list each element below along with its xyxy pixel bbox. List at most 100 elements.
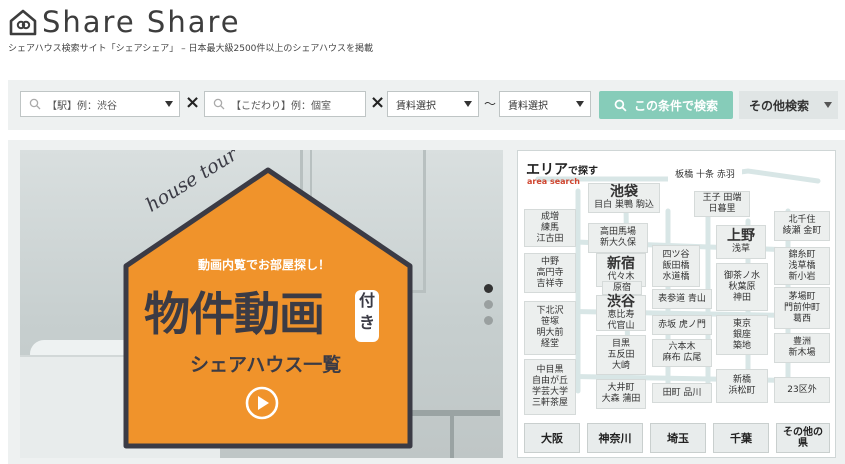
area-tile[interactable]: 成増 練馬 江古田 <box>524 209 576 247</box>
area-tile-label: 自由が丘 <box>531 376 568 386</box>
area-tile-label: 水道橋 <box>662 271 690 282</box>
area-tile-label: 銀座 <box>732 329 751 340</box>
area-title: エリアで探す <box>526 159 598 179</box>
search-button-label: この条件で検索 <box>633 98 718 113</box>
area-tile-label: 東京 <box>732 318 751 329</box>
rent-max-label: 賃料選択 <box>508 100 548 112</box>
chevron-down-icon <box>576 101 584 107</box>
area-tile-label: 明大前 <box>536 328 564 338</box>
area-tile-main-label: 新宿 <box>607 256 635 272</box>
chevron-down-icon <box>464 101 472 107</box>
area-tile-label: 中野 <box>540 256 559 267</box>
area-tile[interactable]: 北千住 綾瀬 金町 <box>774 211 830 241</box>
area-tile[interactable]: 原宿 <box>602 281 642 295</box>
rent-min-select[interactable]: 賃料選択 <box>387 91 479 117</box>
search-icon <box>614 99 627 112</box>
area-tile-label: 新橋 <box>732 375 751 385</box>
area-subtitle: area search <box>527 177 580 186</box>
area-tile-label: 浅草橋 <box>788 260 816 271</box>
area-tile-label: 新木場 <box>788 348 816 358</box>
area-tile[interactable]: 東京 銀座 築地 <box>716 315 768 355</box>
area-tile-label: 赤坂 虎ノ門 <box>658 319 706 330</box>
area-tile-label: 五反田 <box>607 349 635 360</box>
area-tile-itabashi[interactable]: 板橋 十条 赤羽 <box>668 167 742 183</box>
times-icon: × <box>370 92 386 113</box>
area-tile-label: 田町 品川 <box>662 387 702 398</box>
area-tile-label: 経堂 <box>540 339 559 349</box>
area-tile[interactable]: 目黒 五反田 大崎 <box>596 335 646 375</box>
house-tour-banner[interactable]: house tour 動画内覧でお部屋探し！ 物件動画 付き シェアハウス一覧 <box>20 150 503 458</box>
area-tile[interactable]: 王子 田端 日暮里 <box>694 191 750 217</box>
area-tile-main-label: 上野 <box>727 228 755 244</box>
search-button[interactable]: この条件で検索 <box>599 91 733 119</box>
banner-caption: シェアハウス一覧 <box>190 354 342 376</box>
area-tile[interactable]: 高田馬場 新大久保 <box>588 223 648 253</box>
station-placeholder: 【駅】例：渋谷 <box>47 100 117 112</box>
area-tile-label: 茅場町 <box>788 291 816 302</box>
area-tile-label: 六本木 <box>668 342 696 352</box>
area-tile-label: 三軒茶屋 <box>531 398 568 408</box>
pref-saitama[interactable]: 埼玉 <box>650 423 706 453</box>
area-tile[interactable]: 中目黒 自由が丘 学芸大学 三軒茶屋 <box>524 359 576 415</box>
other-search-label: その他検索 <box>749 98 810 113</box>
banner-title-suffix: 付き <box>355 290 379 342</box>
banner-main-title: 物件動画 <box>144 287 325 341</box>
carousel-dot-active[interactable] <box>484 284 493 293</box>
area-tile-label: 大森 蒲田 <box>601 394 641 404</box>
area-tile[interactable]: 大井町 大森 蒲田 <box>596 379 646 409</box>
site-tagline: シェアハウス検索サイト「シェアシェア」 – 日本最大級2500件以上のシェアハウ… <box>8 44 374 54</box>
feature-select[interactable]: 【こだわり】例：個室 <box>204 91 366 117</box>
area-tile[interactable]: 錦糸町 浅草橋 新小岩 <box>774 247 830 285</box>
area-tile[interactable]: 茅場町 門前仲町 葛西 <box>774 287 830 329</box>
carousel-dot[interactable] <box>484 300 493 309</box>
area-tile[interactable]: 赤坂 虎ノ門 <box>652 315 712 335</box>
pref-chiba[interactable]: 千葉 <box>713 423 769 453</box>
area-tile[interactable]: 上野 浅草 <box>716 225 766 259</box>
area-tile-label: 飯田橋 <box>662 260 690 271</box>
area-tile-label: 吉祥寺 <box>536 278 564 289</box>
area-tile[interactable]: 23区外 <box>774 377 830 403</box>
area-tile-label: 恵比寿 <box>607 309 635 320</box>
area-tile-main-label: 渋谷 <box>607 293 635 310</box>
area-tile-label: 表参道 青山 <box>658 293 706 304</box>
area-tile[interactable]: 新橋 浜松町 <box>716 369 768 403</box>
area-tile-label: 学芸大学 <box>531 387 568 397</box>
rent-max-select[interactable]: 賃料選択 <box>499 91 591 117</box>
area-title-main: エリア <box>526 162 568 178</box>
area-title-suffix: で探す <box>568 166 598 177</box>
area-tile-label: 御茶ノ水 <box>723 270 760 281</box>
area-tile-label: 錦糸町 <box>788 249 816 260</box>
range-separator: 〜 <box>484 97 497 111</box>
area-tile-label: 江古田 <box>536 233 564 244</box>
pref-other[interactable]: その他の県 <box>776 423 830 453</box>
area-tile-label: 豊洲 <box>792 337 811 347</box>
area-tile[interactable]: 池袋 目白 巣鴨 駒込 <box>588 183 660 213</box>
area-tile-label: 目黒 <box>611 338 630 349</box>
pref-osaka[interactable]: 大阪 <box>524 423 580 453</box>
area-tile-main-label: 池袋 <box>610 184 638 200</box>
station-select[interactable]: 【駅】例：渋谷 <box>20 91 180 117</box>
area-tile-label: 北千住 <box>788 215 816 225</box>
carousel-dot[interactable] <box>484 316 493 325</box>
area-tile[interactable]: 表参道 青山 <box>652 289 712 309</box>
area-tile-label: 綾瀬 金町 <box>782 226 822 236</box>
play-icon[interactable] <box>245 386 279 420</box>
area-tile[interactable]: 下北沢 笹塚 明大前 経堂 <box>524 301 576 355</box>
area-tile-label: 王子 田端 <box>702 193 742 203</box>
area-tile[interactable]: 中野 高円寺 吉祥寺 <box>524 253 576 293</box>
area-tile[interactable]: 六本木 麻布 広尾 <box>652 339 712 367</box>
site-logo[interactable]: Share Share <box>8 4 241 40</box>
area-tile-label: 大崎 <box>611 360 630 371</box>
pref-kanagawa[interactable]: 神奈川 <box>587 423 643 453</box>
area-tile[interactable]: 渋谷 恵比寿 代官山 <box>596 293 646 331</box>
area-tile-label: 笹塚 <box>540 317 559 327</box>
area-tile[interactable]: 四ツ谷 飯田橋 水道橋 <box>652 245 700 287</box>
area-tile[interactable]: 田町 品川 <box>652 383 712 403</box>
area-search-panel: エリアで探す area search 板橋 十条 赤羽 池袋 目白 巣鴨 駒込 王子… <box>517 150 836 458</box>
area-tile-label: 神田 <box>732 292 751 303</box>
logo-text: Share Share <box>42 5 241 39</box>
area-tile[interactable]: 豊洲 新木場 <box>774 333 830 363</box>
other-search-button[interactable]: その他検索 <box>739 91 838 119</box>
area-tile[interactable]: 御茶ノ水 秋葉原 神田 <box>716 263 768 311</box>
background-table-leg <box>450 416 454 458</box>
